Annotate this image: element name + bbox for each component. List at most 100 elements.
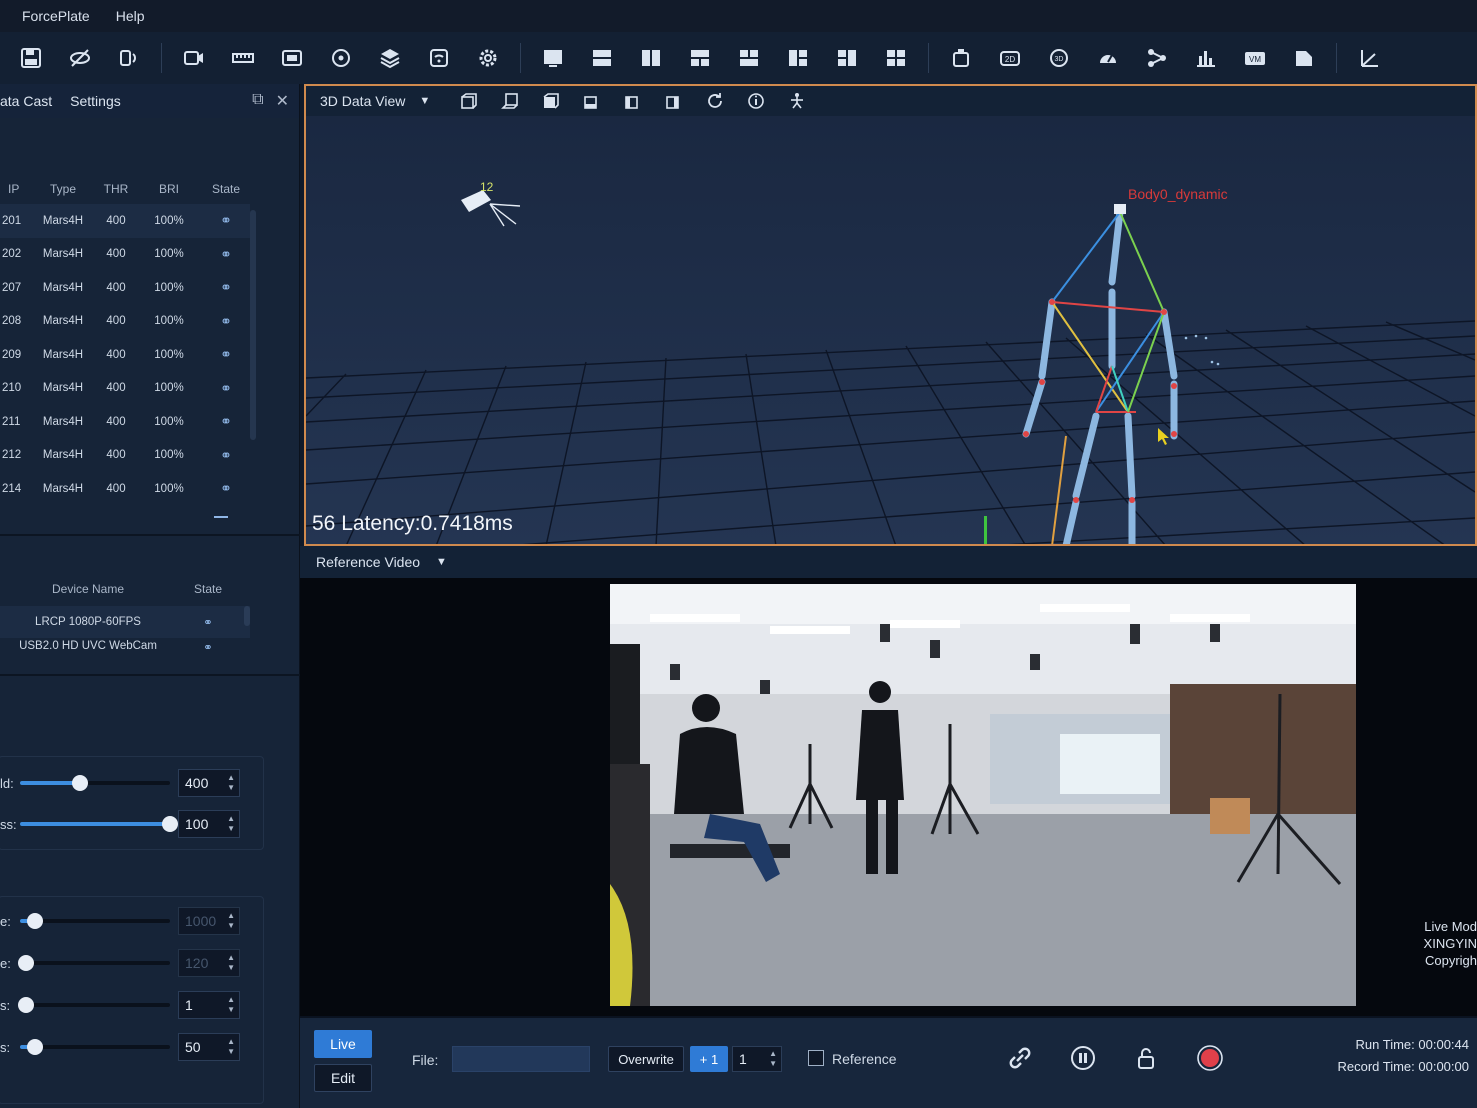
cube-top-icon[interactable] [538, 90, 564, 112]
slider-track[interactable] [20, 913, 170, 929]
gauge-icon[interactable] [1091, 41, 1125, 75]
slider-handle[interactable] [18, 955, 34, 971]
increment-button[interactable]: + 1 [690, 1046, 728, 1072]
info-icon[interactable] [743, 90, 769, 112]
cube-front-icon[interactable] [456, 90, 482, 112]
table-row[interactable]: 214 Mars4H 400 100% ⚭ [0, 472, 250, 506]
slider-handle[interactable] [27, 913, 43, 929]
pause-icon[interactable] [1067, 1042, 1099, 1074]
col-bri[interactable]: BRI [136, 182, 202, 196]
slider-track[interactable] [18, 997, 170, 1013]
device-row[interactable]: LRCP 1080P-60FPS ⚭ [0, 606, 250, 638]
value-stepper[interactable]: 1 ▲ ▼ [178, 991, 240, 1019]
spin-arrows-icon[interactable]: ▲ ▼ [227, 773, 235, 793]
table-row[interactable]: 201 Mars4H 400 100% ⚭ [0, 204, 250, 238]
slider-handle[interactable] [18, 997, 34, 1013]
slider-handle[interactable] [27, 1039, 43, 1055]
close-panel-icon[interactable]: ✕ [276, 91, 289, 111]
file-name-input[interactable] [452, 1046, 590, 1072]
value-stepper[interactable]: 100 ▲ ▼ [178, 810, 240, 838]
save-icon[interactable] [14, 41, 48, 75]
reset-view-icon[interactable] [702, 90, 728, 112]
value-stepper[interactable]: 400 ▲ ▼ [178, 769, 240, 797]
tab-settings[interactable]: Settings [64, 93, 133, 109]
table-row[interactable]: 210 Mars4H 400 100% ⚭ [0, 372, 250, 406]
skeleton-person-icon[interactable] [784, 90, 810, 112]
cube-bottom-icon[interactable] [579, 90, 605, 112]
col-type[interactable]: Type [30, 182, 96, 196]
take-number-stepper[interactable]: 1 ▲ ▼ [732, 1046, 782, 1072]
slider-handle[interactable] [162, 816, 178, 832]
skeleton-icon[interactable] [1140, 41, 1174, 75]
col-state[interactable]: State [202, 182, 250, 196]
link-icon[interactable] [1004, 1042, 1036, 1074]
axis-icon[interactable] [1352, 41, 1386, 75]
calibrate-icon[interactable] [275, 41, 309, 75]
view-sphere-icon[interactable]: 3D [1042, 41, 1076, 75]
chevron-down-icon[interactable]: ▼ [419, 95, 430, 107]
tab-data-cast[interactable]: ata Cast [0, 93, 64, 109]
reference-checkbox[interactable] [808, 1050, 824, 1066]
gear-icon[interactable] [471, 41, 505, 75]
slider-handle[interactable] [72, 775, 88, 791]
table-row[interactable]: 202 Mars4H 400 100% ⚭ [0, 238, 250, 272]
cube-left-icon[interactable] [620, 90, 646, 112]
cube-back-icon[interactable] [497, 90, 523, 112]
ruler-icon[interactable] [226, 41, 260, 75]
layout-split-v-icon[interactable] [634, 41, 668, 75]
slider-track[interactable] [20, 1039, 170, 1055]
device-row[interactable]: USB2.0 HD UVC WebCam ⚭ [0, 640, 250, 662]
layout-single-icon[interactable] [536, 41, 570, 75]
wifi-icon[interactable] [422, 41, 456, 75]
slider-track[interactable] [18, 955, 170, 971]
col-thr[interactable]: THR [96, 182, 136, 196]
table-row[interactable]: 207 Mars4H 400 100% ⚭ [0, 271, 250, 305]
menu-help[interactable]: Help [90, 8, 145, 24]
reference-video-frame[interactable] [610, 584, 1356, 1006]
3d-view-title[interactable]: 3D Data View [320, 93, 405, 109]
view-2d-icon[interactable]: 2D [993, 41, 1027, 75]
bar-chart-icon[interactable] [1189, 41, 1223, 75]
refresh-icon[interactable] [324, 41, 358, 75]
spin-arrows-icon[interactable]: ▲ ▼ [227, 995, 235, 1015]
document-icon[interactable] [1287, 41, 1321, 75]
vm-icon[interactable]: VM [1238, 41, 1272, 75]
menu-forceplate[interactable]: ForcePlate [0, 8, 90, 24]
overwrite-button[interactable]: Overwrite [608, 1046, 684, 1072]
table-row[interactable]: 208 Mars4H 400 100% ⚭ [0, 305, 250, 339]
table-row[interactable]: 211 Mars4H 400 100% ⚭ [0, 405, 250, 439]
slider-track[interactable] [20, 816, 178, 832]
live-button[interactable]: Live [314, 1030, 372, 1058]
record-button[interactable] [1194, 1042, 1226, 1074]
camera-table-scrollbar[interactable] [250, 210, 256, 440]
layout-grid-a-icon[interactable] [683, 41, 717, 75]
col-device-state[interactable]: State [176, 582, 240, 596]
device-table-scrollbar[interactable] [244, 606, 250, 626]
layout-grid-b-icon[interactable] [732, 41, 766, 75]
table-row[interactable]: 209 Mars4H 400 100% ⚭ [0, 338, 250, 372]
float-panel-icon[interactable]: ⧉ [252, 91, 263, 111]
unlock-icon[interactable] [1130, 1042, 1162, 1074]
view-3d-icon[interactable] [944, 41, 978, 75]
spin-arrows-icon[interactable]: ▲ ▼ [227, 814, 235, 834]
3d-data-view[interactable]: 3D Data View ▼ 12 Body0_dynamic 56 Laten… [304, 84, 1477, 546]
layout-grid-c-icon[interactable] [781, 41, 815, 75]
layers-icon[interactable] [373, 41, 407, 75]
reference-video-title[interactable]: Reference Video [316, 554, 420, 570]
spin-arrows-icon[interactable]: ▲ ▼ [769, 1049, 777, 1069]
spin-arrows-icon[interactable]: ▲ ▼ [227, 1037, 235, 1057]
col-device-name[interactable]: Device Name [0, 582, 176, 596]
value-stepper[interactable]: 50 ▲ ▼ [178, 1033, 240, 1061]
layout-grid-d-icon[interactable] [830, 41, 864, 75]
edit-button[interactable]: Edit [314, 1064, 372, 1092]
cube-right-icon[interactable] [661, 90, 687, 112]
col-ip[interactable]: IP [0, 182, 30, 196]
hide-icon[interactable] [63, 41, 97, 75]
camera-icon[interactable] [177, 41, 211, 75]
slider-track[interactable] [20, 775, 170, 791]
layout-quad-icon[interactable] [879, 41, 913, 75]
table-row[interactable]: 212 Mars4H 400 100% ⚭ [0, 439, 250, 473]
layout-split-h-icon[interactable] [585, 41, 619, 75]
chevron-down-icon[interactable]: ▼ [436, 556, 447, 568]
device-icon[interactable] [112, 41, 146, 75]
